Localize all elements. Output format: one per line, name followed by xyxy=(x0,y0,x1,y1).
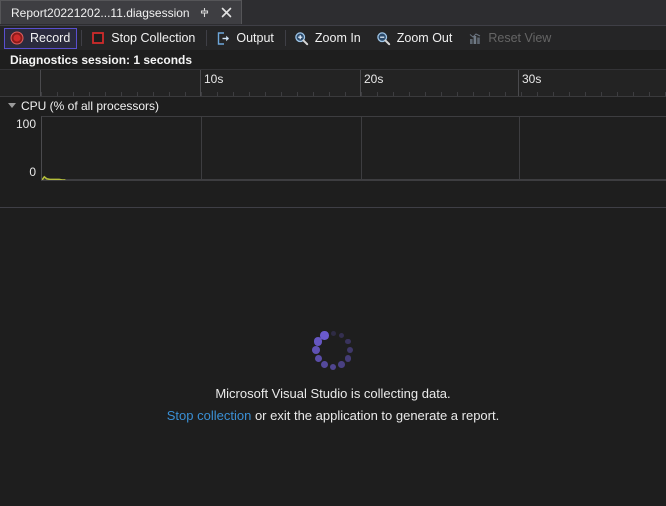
timeline-minor-tick xyxy=(537,92,538,96)
timeline-ruler-gutter xyxy=(0,70,41,96)
spinner-dot xyxy=(320,331,329,340)
cpu-series-line xyxy=(42,175,666,180)
timeline-minor-tick xyxy=(473,92,474,96)
timeline-minor-tick xyxy=(233,92,234,96)
cpu-plot-area[interactable] xyxy=(41,116,666,181)
output-export-icon xyxy=(215,30,231,46)
toolbar-separator-2 xyxy=(206,30,208,46)
close-icon[interactable] xyxy=(219,5,234,20)
collecting-message: Microsoft Visual Studio is collecting da… xyxy=(215,386,451,401)
timeline-minor-tick xyxy=(121,92,122,96)
session-duration-text: Diagnostics session: 1 seconds xyxy=(10,52,193,67)
document-tab-strip: Report20221202...11.diagsession xyxy=(0,0,666,26)
timeline-minor-tick xyxy=(361,92,362,96)
record-button-label: Record xyxy=(30,31,71,45)
timeline-minor-tick xyxy=(345,92,346,96)
cpu-section-header[interactable]: CPU (% of all processors) xyxy=(0,97,666,114)
session-info-bar: Diagnostics session: 1 seconds xyxy=(0,50,666,69)
loading-spinner-icon xyxy=(311,328,355,372)
timeline-minor-tick xyxy=(649,92,650,96)
timeline-minor-tick xyxy=(441,92,442,96)
spinner-dot xyxy=(320,361,329,369)
spinner-dot xyxy=(344,338,351,345)
cpu-y-axis: 100 0 xyxy=(0,114,41,186)
collecting-data-panel: Microsoft Visual Studio is collecting da… xyxy=(0,208,666,505)
toolbar-separator-3 xyxy=(284,30,286,46)
reset-view-button[interactable]: Reset View xyxy=(462,28,558,49)
timeline-minor-tick xyxy=(505,92,506,96)
reset-view-label: Reset View xyxy=(488,31,552,45)
timeline-minor-tick xyxy=(425,92,426,96)
timeline-minor-tick xyxy=(105,92,106,96)
record-button[interactable]: Record xyxy=(4,27,78,49)
output-button-label: Output xyxy=(236,31,274,45)
document-tab[interactable]: Report20221202...11.diagsession xyxy=(0,0,242,24)
timeline-minor-tick xyxy=(281,92,282,96)
zoom-out-button[interactable]: Zoom Out xyxy=(371,28,460,49)
spinner-dot xyxy=(330,330,336,336)
timeline-minor-tick xyxy=(569,92,570,96)
timeline-minor-tick xyxy=(601,92,602,96)
timeline-minor-tick xyxy=(201,92,202,96)
cpu-y-max-label: 100 xyxy=(15,117,36,131)
spinner-dot xyxy=(329,363,337,371)
document-tab-title: Report20221202...11.diagsession xyxy=(11,5,190,20)
magnifier-minus-icon xyxy=(376,30,392,46)
bar-chart-icon xyxy=(467,30,483,46)
timeline-tick-label: 30s xyxy=(522,72,542,86)
zoom-in-button[interactable]: Zoom In xyxy=(289,28,368,49)
timeline-minor-tick xyxy=(633,92,634,96)
timeline-minor-tick xyxy=(409,92,410,96)
stop-collection-label: Stop Collection xyxy=(111,31,196,45)
timeline-minor-tick xyxy=(137,92,138,96)
timeline-ruler[interactable]: 10s 20s 30s xyxy=(0,69,666,97)
spinner-dot xyxy=(312,346,320,354)
output-button[interactable]: Output xyxy=(210,28,281,49)
zoom-in-label: Zoom In xyxy=(314,31,361,45)
timeline-minor-tick xyxy=(553,92,554,96)
timeline-minor-tick xyxy=(489,92,490,96)
timeline-minor-tick xyxy=(41,92,42,96)
zoom-out-label: Zoom Out xyxy=(396,31,453,45)
timeline-minor-tick xyxy=(297,92,298,96)
diagnostics-toolbar: Record Stop Collection Output Zoom In Zo… xyxy=(0,26,666,50)
cpu-section-title: CPU (% of all processors) xyxy=(21,98,160,113)
timeline-minor-tick xyxy=(313,92,314,96)
timeline-minor-tick xyxy=(185,92,186,96)
cpu-y-min-label: 0 xyxy=(29,165,36,179)
spinner-dot xyxy=(344,355,351,362)
timeline-minor-tick xyxy=(585,92,586,96)
spinner-dot xyxy=(338,332,345,338)
pin-icon[interactable] xyxy=(197,5,212,20)
timeline-minor-tick xyxy=(249,92,250,96)
spinner-dot xyxy=(347,347,353,353)
timeline-minor-tick xyxy=(153,92,154,96)
timeline-minor-tick xyxy=(217,92,218,96)
timeline-minor-tick xyxy=(377,92,378,96)
record-circle-icon xyxy=(9,30,25,46)
magnifier-plus-icon xyxy=(294,30,310,46)
timeline-minor-tick xyxy=(89,92,90,96)
spinner-dot xyxy=(314,354,323,363)
timeline-minor-tick xyxy=(329,92,330,96)
timeline-minor-tick xyxy=(265,92,266,96)
collapse-triangle-icon[interactable] xyxy=(8,103,16,108)
timeline-minor-tick xyxy=(457,92,458,96)
timeline-minor-tick xyxy=(73,92,74,96)
cpu-graph: 100 0 xyxy=(0,114,666,186)
timeline-tick-label: 10s xyxy=(204,72,224,86)
stop-collection-link[interactable]: Stop collection xyxy=(167,408,252,423)
timeline-minor-tick xyxy=(57,92,58,96)
toolbar-separator-1 xyxy=(81,30,83,46)
stop-square-icon xyxy=(90,30,106,46)
timeline-minor-tick xyxy=(617,92,618,96)
collecting-suffix-text: or exit the application to generate a re… xyxy=(251,408,500,423)
timeline-minor-tick xyxy=(521,92,522,96)
spinner-dot xyxy=(338,361,345,368)
collecting-submessage: Stop collection or exit the application … xyxy=(167,408,499,423)
timeline-minor-tick xyxy=(169,92,170,96)
stop-collection-button[interactable]: Stop Collection xyxy=(85,28,202,49)
timeline-minor-tick xyxy=(393,92,394,96)
timeline-tick-label: 20s xyxy=(364,72,384,86)
